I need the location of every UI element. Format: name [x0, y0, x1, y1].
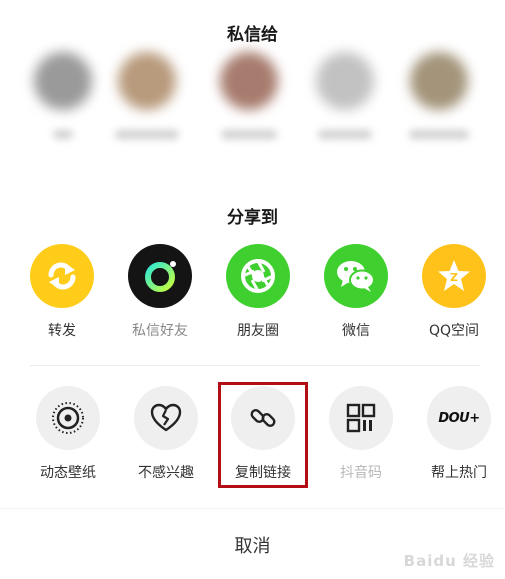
share-private-message[interactable]: 私信好友	[117, 244, 203, 340]
avatar	[34, 52, 92, 110]
contact-name-placeholder	[318, 130, 372, 139]
contact-name-placeholder	[409, 130, 469, 139]
action-live-wallpaper[interactable]: 动态壁纸	[25, 386, 111, 482]
broken-heart-icon	[134, 386, 198, 450]
dou-plus-badge: DOU+	[438, 410, 480, 426]
contact-item[interactable]	[214, 52, 284, 139]
contact-name-placeholder	[53, 130, 73, 139]
moments-icon	[226, 244, 290, 308]
share-repost[interactable]: 转发	[19, 244, 105, 340]
action-douyin-code[interactable]: 抖音码	[318, 386, 404, 482]
watermark: Baidu 经验	[403, 552, 495, 570]
share-label: 微信	[342, 323, 370, 339]
action-label: 不感兴趣	[138, 465, 194, 481]
share-label: 朋友圈	[237, 323, 279, 339]
contact-item[interactable]	[404, 52, 474, 139]
share-sheet: 私信给 分享到 转发 私信好友 朋友圈 微信 Z QQ空间 动态壁纸 不感兴趣 …	[0, 0, 505, 579]
contact-name-placeholder	[221, 130, 277, 139]
share-wechat[interactable]: 微信	[313, 244, 399, 340]
contact-name-placeholder	[115, 130, 179, 139]
live-wallpaper-icon	[36, 386, 100, 450]
contact-item[interactable]	[28, 52, 98, 139]
share-qzone[interactable]: Z QQ空间	[411, 244, 497, 340]
action-not-interested[interactable]: 不感兴趣	[123, 386, 209, 482]
share-to-title: 分享到	[227, 208, 278, 228]
action-label: 帮上热门	[431, 465, 487, 481]
contact-item[interactable]	[310, 52, 380, 139]
share-moments[interactable]: 朋友圈	[215, 244, 301, 340]
action-label: 抖音码	[340, 465, 382, 481]
avatar	[316, 52, 374, 110]
avatar	[118, 52, 176, 110]
divider	[30, 365, 480, 366]
qzone-icon: Z	[422, 244, 486, 308]
action-label: 动态壁纸	[40, 465, 96, 481]
share-label: 转发	[48, 323, 76, 339]
contact-item[interactable]	[112, 52, 182, 139]
divider	[0, 508, 505, 509]
action-help-trending[interactable]: DOU+ 帮上热门	[416, 386, 502, 482]
share-label: QQ空间	[428, 323, 480, 339]
svg-text:Z: Z	[450, 271, 458, 284]
share-label: 私信好友	[132, 323, 188, 339]
private-message-icon	[128, 244, 192, 308]
highlight-box	[218, 382, 308, 488]
avatar	[220, 52, 278, 110]
dou-plus-icon: DOU+	[427, 386, 491, 450]
private-message-title: 私信给	[227, 25, 278, 45]
avatar	[410, 52, 468, 110]
qr-code-icon	[329, 386, 393, 450]
wechat-icon	[324, 244, 388, 308]
repost-icon	[30, 244, 94, 308]
